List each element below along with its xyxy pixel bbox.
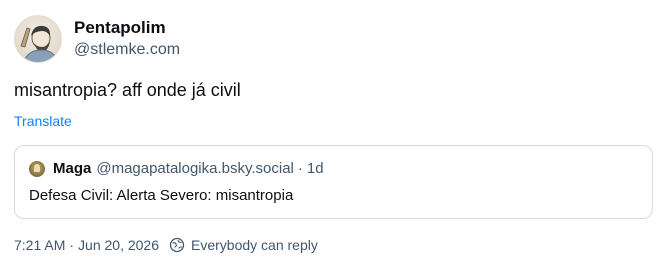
author-display-name[interactable]: Pentapolim (74, 17, 180, 38)
earth-reply-icon (169, 237, 185, 253)
reply-setting-label[interactable]: Everybody can reply (191, 236, 318, 254)
post-date[interactable]: Jun 20, 2026 (78, 236, 159, 254)
meta-separator: · (69, 237, 75, 253)
translate-link[interactable]: Translate (14, 112, 72, 130)
quoted-author-handle[interactable]: @magapatalogika.bsky.social (96, 159, 294, 179)
quoted-author-display-name[interactable]: Maga (53, 159, 91, 179)
quoted-post-time[interactable]: 1d (307, 159, 324, 179)
post-time[interactable]: 7:21 AM (14, 236, 65, 254)
post-text: misantropia? aff onde já civil (14, 80, 241, 100)
quoted-author-avatar[interactable] (29, 161, 45, 177)
quoted-post-text: Defesa Civil: Alerta Severo: misantropia (29, 187, 294, 204)
quoted-post-header: Maga @magapatalogika.bsky.social · 1d (29, 159, 640, 179)
post-meta: 7:21 AM · Jun 20, 2026 Everybody can rep… (14, 236, 318, 254)
avatar-illustration-icon (20, 25, 59, 62)
quoted-post[interactable]: Maga @magapatalogika.bsky.social · 1d De… (14, 145, 653, 219)
post-author[interactable]: Pentapolim @stlemke.com (14, 15, 180, 63)
quoted-separator: · (297, 160, 303, 177)
author-handle[interactable]: @stlemke.com (74, 39, 180, 61)
author-avatar[interactable] (14, 15, 62, 63)
